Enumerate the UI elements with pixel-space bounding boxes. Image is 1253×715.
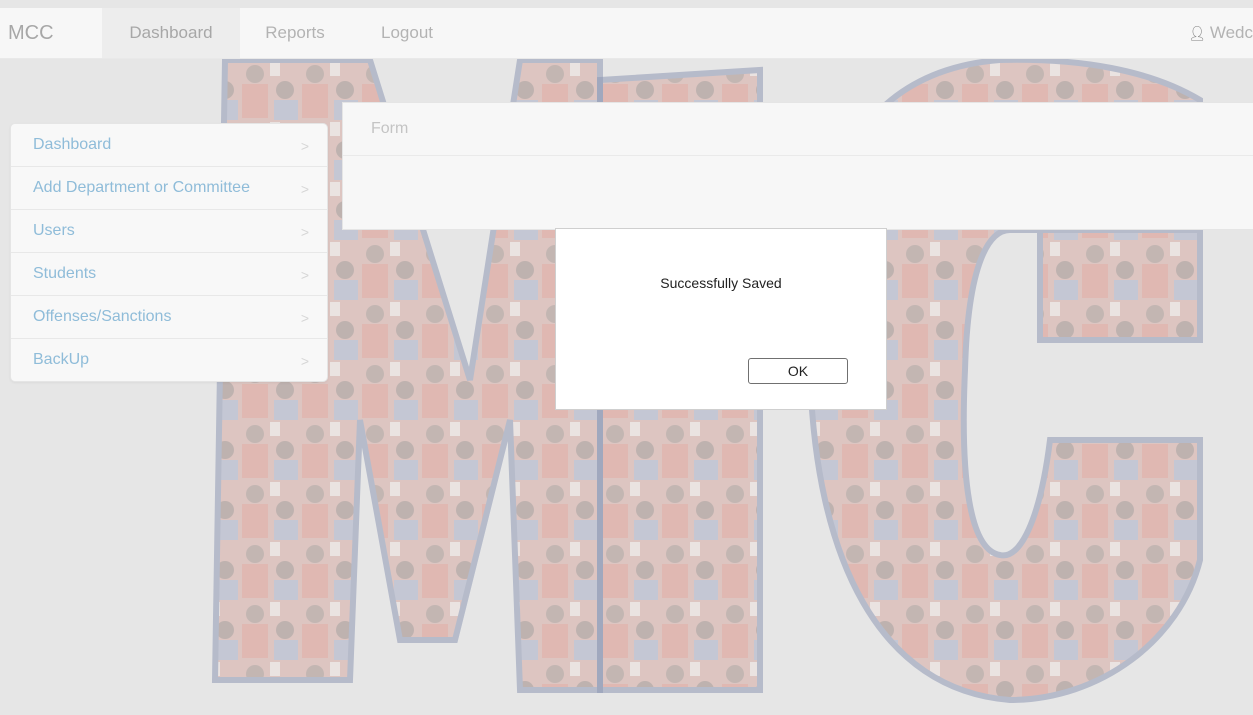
dialog-message: Successfully Saved (660, 275, 782, 291)
ok-button[interactable]: OK (748, 358, 848, 384)
alert-dialog: Successfully Saved OK (555, 228, 887, 410)
